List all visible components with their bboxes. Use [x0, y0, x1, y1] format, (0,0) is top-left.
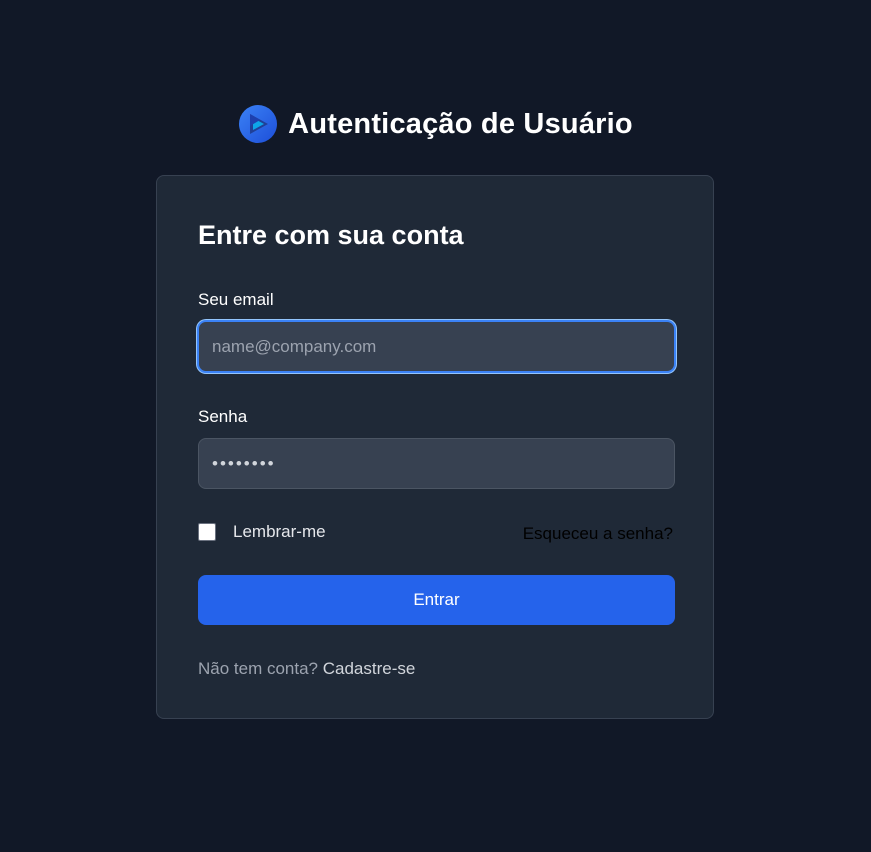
app-title: Autenticação de Usuário — [288, 107, 633, 140]
forgot-password-link[interactable]: Esqueceu a senha? — [523, 524, 673, 544]
email-field[interactable] — [198, 321, 675, 372]
play-circle-logo-icon — [239, 105, 278, 143]
remember-me-checkbox[interactable] — [198, 523, 216, 541]
signup-prompt: Não tem conta? Cadastre-se — [198, 659, 415, 679]
password-label: Senha — [198, 407, 248, 426]
password-field[interactable] — [198, 438, 675, 489]
login-heading: Entre com sua conta — [198, 220, 464, 250]
email-label: Seu email — [198, 290, 274, 309]
login-button[interactable]: Entrar — [198, 575, 675, 625]
signup-link[interactable]: Cadastre-se — [323, 659, 416, 678]
remember-me-group: Lembrar-me — [198, 522, 326, 542]
remember-me-label: Lembrar-me — [233, 522, 326, 541]
login-page: Autenticação de Usuário Entre com sua co… — [0, 0, 871, 852]
brand-header: Autenticação de Usuário — [0, 104, 871, 144]
signup-prompt-text: Não tem conta? — [198, 659, 319, 678]
login-card: Entre com sua conta Seu email Senha Lemb… — [156, 175, 714, 719]
